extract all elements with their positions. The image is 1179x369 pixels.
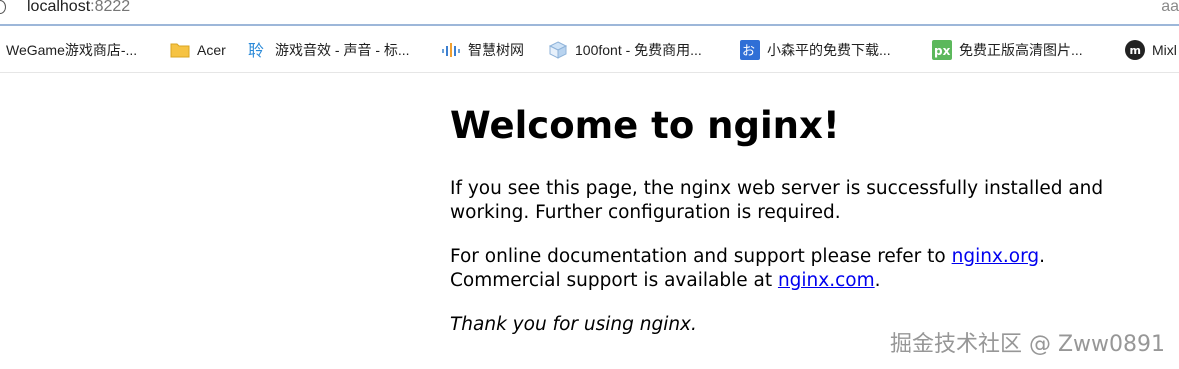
bookmark-zhihuishu[interactable]: 智慧树网 (441, 28, 524, 72)
watermark: 掘金技术社区 @ Zww0891 (889, 332, 1165, 357)
bookmark-pexels[interactable]: px 免费正版高清图片... (932, 28, 1083, 72)
nginx-com-link[interactable]: nginx.com (778, 270, 875, 291)
m-circle-icon: m (1125, 40, 1145, 60)
bookmark-label: WeGame游戏商店-... (6, 42, 138, 58)
bookmark-label: 100font - 免费商用... (575, 42, 702, 58)
bookmark-label: 游戏音效 - 声音 - 标... (275, 42, 410, 58)
bookmark-komorebi[interactable]: お 小森平的免费下载... (740, 28, 891, 72)
bookmark-label: 免费正版高清图片... (959, 42, 1083, 58)
url-port: :8222 (90, 0, 131, 15)
bookmark-label: 智慧树网 (468, 42, 524, 58)
wave-bars-icon (441, 40, 461, 60)
bookmark-wegame[interactable]: WeGame游戏商店-... (6, 28, 137, 72)
bookmark-game-sound[interactable]: 聆 游戏音效 - 声音 - 标... (248, 28, 410, 72)
bookmark-label: 小森平的免费下载... (767, 42, 891, 58)
bookmark-100font[interactable]: 100font - 免费商用... (548, 28, 702, 72)
sound-site-icon: 聆 (248, 40, 268, 60)
intro-paragraph: If you see this page, the nginx web serv… (450, 177, 1103, 225)
address-bar[interactable]: localhost:8222 aa (0, 0, 1179, 26)
cube-icon (548, 40, 568, 60)
folder-icon (170, 40, 190, 60)
url-host: localhost (27, 0, 91, 15)
docs-text: For online documentation and support ple… (450, 246, 952, 267)
period: . (874, 270, 881, 291)
bookmark-acer[interactable]: Acer (170, 28, 226, 72)
reader-mode-icon[interactable]: aa (1161, 0, 1179, 16)
commercial-text: Commercial support is available at (450, 270, 778, 291)
url-text[interactable]: localhost:8222 (27, 0, 130, 16)
docs-paragraph: For online documentation and support ple… (450, 245, 1045, 293)
thanks-paragraph: Thank you for using nginx. (450, 314, 697, 335)
bookmark-label: Mixl (1152, 42, 1177, 58)
nginx-org-link[interactable]: nginx.org (952, 246, 1040, 267)
docs-line-1: For online documentation and support ple… (450, 245, 1045, 269)
blue-square-icon: お (740, 40, 760, 60)
svg-text:聆: 聆 (248, 41, 264, 60)
svg-text:お: お (742, 44, 755, 59)
intro-line-1: If you see this page, the nginx web serv… (450, 178, 1104, 199)
svg-text:px: px (934, 44, 951, 58)
page-title: Welcome to nginx! (450, 104, 840, 147)
site-info-icon[interactable] (0, 0, 6, 14)
bookmarks-bar: WeGame游戏商店-... Acer 聆 游戏音效 - 声音 - 标... 智… (0, 28, 1179, 73)
svg-text:m: m (1130, 44, 1141, 57)
bookmark-label: Acer (197, 42, 226, 58)
docs-line-2: Commercial support is available at nginx… (450, 269, 1045, 293)
px-icon: px (932, 40, 952, 60)
period: . (1039, 246, 1046, 267)
bookmark-mixl[interactable]: m Mixl (1125, 28, 1177, 72)
intro-line-2: working. Further configuration is requir… (450, 202, 841, 223)
